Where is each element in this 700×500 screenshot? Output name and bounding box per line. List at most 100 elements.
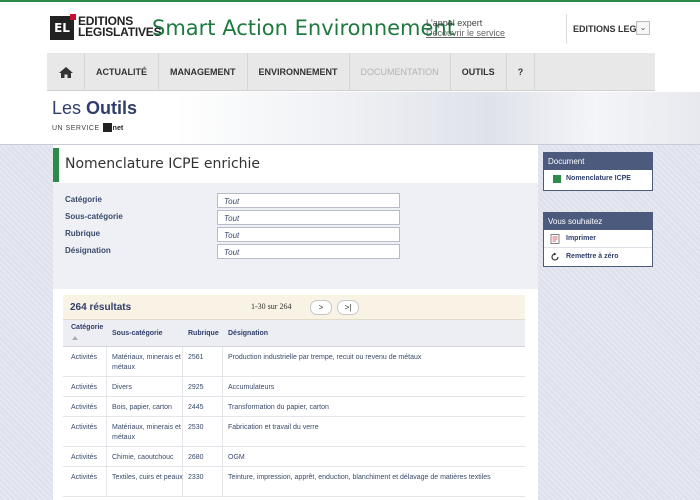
expert-label: L'appel expert xyxy=(426,18,483,28)
document-box: Document Nomenclature ICPE xyxy=(543,152,653,191)
header-divider xyxy=(566,14,567,44)
reset-button[interactable]: Remettre à zéro xyxy=(544,248,652,266)
nav-help[interactable]: ? xyxy=(507,53,536,90)
last-page-button[interactable]: >| xyxy=(337,300,359,315)
account-menu-button[interactable]: ⌄ xyxy=(636,21,650,35)
cell-rubrique: 2680 xyxy=(188,454,204,461)
sort-asc-icon[interactable] xyxy=(72,336,78,340)
col-divider xyxy=(106,447,107,466)
table-row[interactable]: Activités Textiles, cuirs et peaux 2330 … xyxy=(63,467,525,497)
cell-designation[interactable]: Production industrielle par trempe, recu… xyxy=(228,353,421,363)
sous-categorie-select[interactable]: Tout xyxy=(217,210,400,225)
col-divider xyxy=(106,397,107,416)
cell-rubrique: 2330 xyxy=(188,474,204,481)
filter-label-sous-categorie: Sous-catégorie xyxy=(65,212,123,221)
rubrique-select[interactable]: Tout xyxy=(217,227,400,242)
logo-line-2: LEGISLATIVES xyxy=(78,25,162,39)
filter-label-designation: Désignation xyxy=(65,246,111,255)
cell-categorie: Activités xyxy=(71,474,98,481)
service-tagline: UN SERVICE net xyxy=(52,123,123,132)
next-page-button[interactable]: > xyxy=(310,300,332,315)
cell-sous-categorie: Divers xyxy=(112,384,132,391)
cell-categorie: Activités xyxy=(71,454,98,461)
cell-rubrique: 2530 xyxy=(188,424,204,431)
col-header-rubrique[interactable]: Rubrique xyxy=(188,330,219,337)
filter-label-rubrique: Rubrique xyxy=(65,229,101,238)
nav-actualite[interactable]: ACTUALITÉ xyxy=(85,53,159,90)
filter-form: Catégorie Tout Sous-catégorie Tout Rubri… xyxy=(53,183,538,289)
cell-sous-categorie: Matériaux, minerais et métaux xyxy=(112,354,181,371)
top-header: EL EDITIONS LEGISLATIVES Smart Action En… xyxy=(0,0,700,52)
cell-designation[interactable]: Fabrication et travail du verre xyxy=(228,423,319,433)
outils-banner: Les Outils UN SERVICE net xyxy=(0,92,700,145)
col-header-designation[interactable]: Désignation xyxy=(228,330,268,337)
col-divider xyxy=(222,417,223,446)
reset-icon xyxy=(551,252,559,261)
chevron-down-icon: ⌄ xyxy=(639,23,647,32)
nav-outils[interactable]: OUTILS xyxy=(451,53,507,90)
table-row[interactable]: Activités Bois, papier, carton 2445 Tran… xyxy=(63,397,525,417)
results-bar: 264 résultats 1-30 sur 264 > >| xyxy=(63,295,525,320)
print-label: Imprimer xyxy=(566,235,596,242)
document-box-title: Document xyxy=(544,153,652,170)
cell-sous-categorie: Bois, papier, carton xyxy=(112,404,172,411)
table-row[interactable]: Activités Matériaux, minerais et métaux … xyxy=(63,417,525,447)
document-item-label: Nomenclature ICPE xyxy=(566,175,631,182)
cell-categorie: Activités xyxy=(71,424,98,431)
cell-sous-categorie: Matériaux, minerais et métaux xyxy=(112,424,181,441)
cell-categorie: Activités xyxy=(71,384,98,391)
site-title[interactable]: Smart Action Environnement xyxy=(152,16,455,40)
table-row[interactable]: Activités Divers 2925 Accumulateurs xyxy=(63,377,525,397)
categorie-select[interactable]: Tout xyxy=(217,193,400,208)
col-divider xyxy=(222,377,223,396)
table-row[interactable]: Activités Chimie, caoutchouc 2680 OGM xyxy=(63,447,525,467)
col-header-categorie[interactable]: Catégorie xyxy=(71,324,103,331)
cell-sous-categorie: Textiles, cuirs et peaux xyxy=(112,474,183,481)
col-divider xyxy=(106,347,107,376)
col-divider xyxy=(106,377,107,396)
results-count: 264 résultats xyxy=(70,302,132,313)
actions-box: Vous souhaitez Imprimer Remettre à zéro xyxy=(543,212,653,267)
document-bullet-icon xyxy=(553,175,561,183)
page-header: Nomenclature ICPE enrichie xyxy=(53,148,538,182)
expert-promo: L'appel expert Découvrir le service xyxy=(426,18,505,38)
service-brand: net xyxy=(112,125,124,132)
page-title: Nomenclature ICPE enrichie xyxy=(65,156,261,172)
col-divider xyxy=(222,467,223,496)
cell-designation[interactable]: Accumulateurs xyxy=(228,383,274,393)
designation-select[interactable]: Tout xyxy=(217,244,400,259)
print-button[interactable]: Imprimer xyxy=(544,230,652,248)
cell-categorie: Activités xyxy=(71,354,98,361)
cell-designation[interactable]: Transformation du papier, carton xyxy=(228,403,329,413)
outils-title-outils: Outils xyxy=(86,98,138,118)
nav-environnement[interactable]: ENVIRONNEMENT xyxy=(248,53,350,90)
nav-management[interactable]: MANAGEMENT xyxy=(159,53,248,90)
cell-categorie: Activités xyxy=(71,404,98,411)
cell-designation[interactable]: Teinture, impression, apprêt, enduction,… xyxy=(228,473,491,483)
table-header: Catégorie Sous-catégorie Rubrique Désign… xyxy=(63,320,525,347)
actions-box-title: Vous souhaitez xyxy=(544,213,652,230)
col-divider xyxy=(222,447,223,466)
document-item-icpe[interactable]: Nomenclature ICPE xyxy=(544,170,652,190)
elnet-logo-icon xyxy=(102,123,112,132)
cell-designation[interactable]: OGM xyxy=(228,453,245,463)
print-icon xyxy=(550,234,560,244)
nav-home[interactable] xyxy=(47,53,85,90)
table-row[interactable]: Activités Matériaux, minerais et métaux … xyxy=(63,347,525,377)
home-icon xyxy=(59,67,73,78)
col-header-sous-categorie[interactable]: Sous-catégorie xyxy=(112,330,163,337)
cell-rubrique: 2925 xyxy=(188,384,204,391)
cell-rubrique: 2561 xyxy=(188,354,204,361)
cell-rubrique: 2445 xyxy=(188,404,204,411)
filter-label-categorie: Catégorie xyxy=(65,195,102,204)
col-divider xyxy=(106,417,107,446)
cell-sous-categorie: Chimie, caoutchouc xyxy=(112,454,174,461)
outils-title: Les Outils xyxy=(52,98,137,119)
col-divider xyxy=(222,347,223,376)
col-divider xyxy=(106,467,107,496)
nav-wrapper: ACTUALITÉ MANAGEMENT ENVIRONNEMENT DOCUM… xyxy=(0,52,700,92)
results-table: Catégorie Sous-catégorie Rubrique Désign… xyxy=(63,320,525,497)
service-prefix: UN SERVICE xyxy=(52,125,100,132)
logo-wordmark[interactable]: EDITIONS LEGISLATIVES xyxy=(78,15,162,39)
expert-link[interactable]: Découvrir le service xyxy=(426,28,505,38)
